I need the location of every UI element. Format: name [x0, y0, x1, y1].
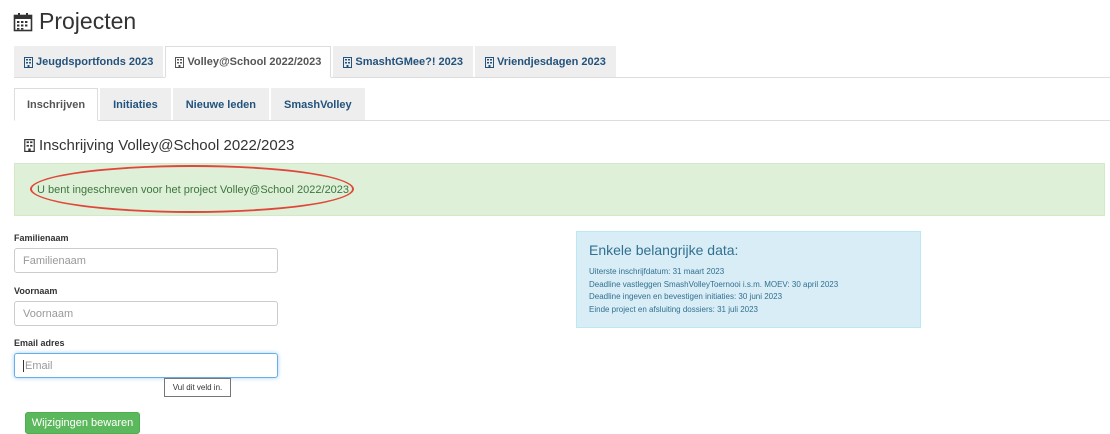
familienaam-label: Familienaam: [14, 233, 69, 243]
tab-smashvolley[interactable]: SmashVolley: [271, 88, 365, 120]
voornaam-label: Voornaam: [14, 286, 58, 296]
email-placeholder: Email: [25, 359, 53, 372]
familienaam-placeholder: Familienaam: [23, 254, 86, 267]
important-dates-panel: Enkele belangrijke data: Uiterste inschr…: [576, 231, 921, 328]
building-icon: [175, 56, 185, 68]
building-icon: [343, 56, 353, 68]
building-icon: [485, 56, 495, 68]
important-dates-title: Enkele belangrijke data:: [589, 242, 739, 258]
voornaam-input[interactable]: Voornaam: [14, 301, 278, 326]
alert-message: U bent ingeschreven voor het project Vol…: [37, 183, 350, 196]
save-button[interactable]: Wijzigingen bewaren: [25, 412, 140, 434]
familienaam-input[interactable]: Familienaam: [14, 248, 278, 273]
tab-initiaties[interactable]: Initiaties: [100, 88, 171, 120]
date-line: Uiterste inschrijfdatum: 31 maart 2023: [589, 267, 725, 276]
page-title: Projecten: [13, 8, 136, 35]
date-line: Deadline vastleggen SmashVolleyToernooi …: [589, 279, 839, 289]
email-input[interactable]: Email: [14, 353, 278, 378]
tab-label: Vriendjesdagen 2023: [497, 56, 606, 68]
tab-vriendjesdagen[interactable]: Vriendjesdagen 2023: [475, 46, 616, 77]
tab-label: Jeugdsportfonds 2023: [36, 56, 154, 68]
tab-label: SmashtGMee?! 2023: [355, 56, 464, 68]
tab-inschrijven[interactable]: Inschrijven: [14, 88, 99, 121]
section-title-text: Inschrijving Volley@School 2022/2023: [39, 137, 295, 154]
date-line: Deadline ingeven en bevestigen initiatie…: [589, 292, 783, 301]
tab-nieuwe-leden[interactable]: Nieuwe leden: [172, 88, 269, 120]
voornaam-placeholder: Voornaam: [23, 307, 74, 320]
tab-smashtgmee[interactable]: SmashtGMee?! 2023: [333, 46, 474, 77]
email-label: Email adres: [14, 338, 65, 348]
building-icon: [24, 139, 35, 152]
page-title-text: Projecten: [39, 8, 137, 34]
project-tabs: Jeugdsportfonds 2023 Volley@School 2022/…: [14, 46, 1110, 78]
sub-tabs: Inschrijven Initiaties Nieuwe leden Smas…: [14, 88, 1110, 121]
validation-tooltip: Vul dit veld in.: [164, 378, 231, 397]
building-icon: [24, 56, 33, 68]
tab-volley-at-school[interactable]: Volley@School 2022/2023: [165, 46, 332, 78]
tab-label: Volley@School 2022/2023: [187, 56, 322, 68]
date-line: Einde project en afsluiting dossiers: 31…: [589, 304, 758, 314]
success-alert: U bent ingeschreven voor het project Vol…: [14, 163, 1105, 216]
calendar-icon: [13, 12, 33, 31]
tab-jeugdsportfonds[interactable]: Jeugdsportfonds 2023: [14, 46, 164, 77]
text-caret: [23, 359, 24, 372]
section-title: Inschrijving Volley@School 2022/2023: [24, 137, 294, 154]
